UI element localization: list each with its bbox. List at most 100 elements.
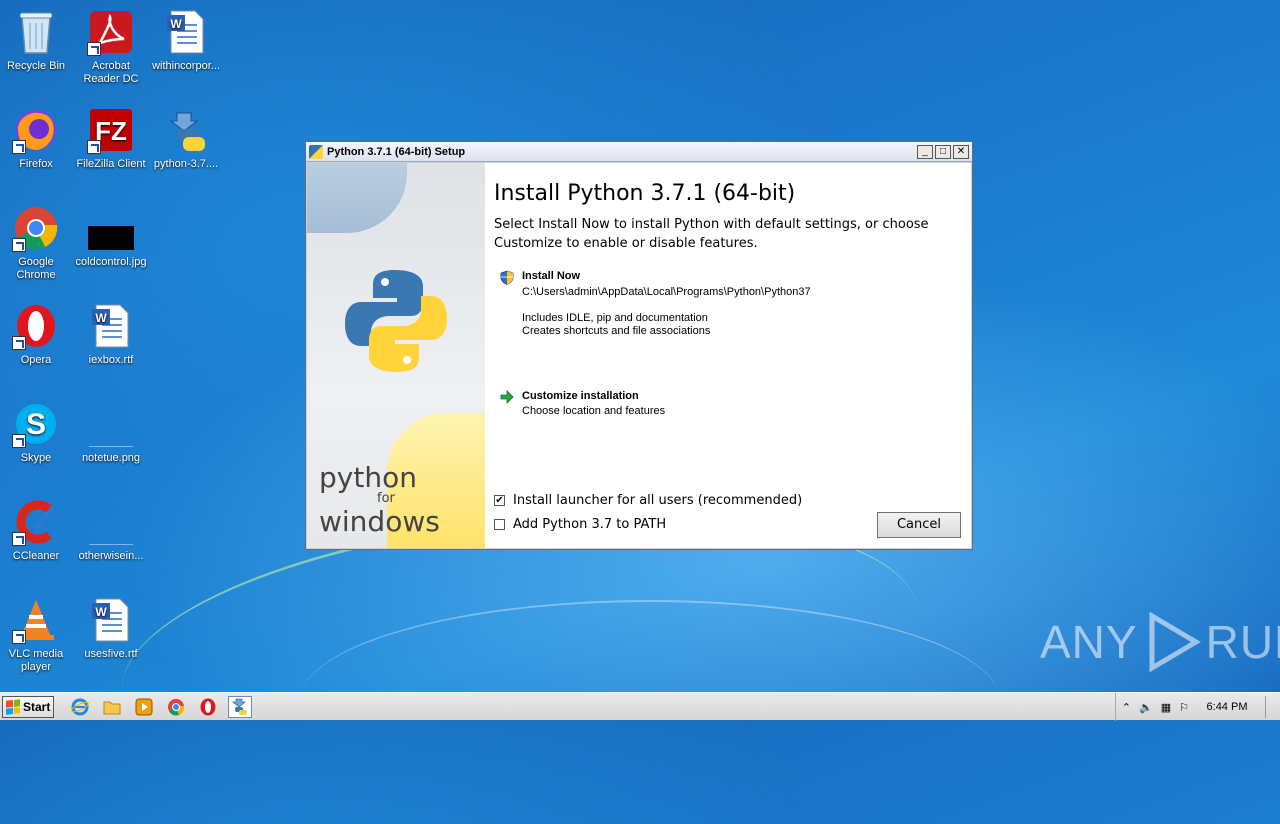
taskbar-file-explorer[interactable] [100,696,124,718]
window-title: Python 3.7.1 (64-bit) Setup [327,145,466,158]
desktop-icon-filezilla[interactable]: FZ FileZilla Client [73,106,149,171]
firefox-icon [12,106,60,154]
python-logo-icon [343,268,449,374]
desktop-icon-google-chrome[interactable]: Google Chrome [0,204,74,282]
customize-title: Customize installation [522,390,639,402]
window-content: python for windows Install Python 3.7.1 … [307,163,971,548]
python-wordmark-for: for [377,491,395,506]
desktop-icon-recycle-bin[interactable]: Recycle Bin [0,8,74,73]
filezilla-icon: FZ [87,106,135,154]
taskbar-clock[interactable]: 6:44 PM [1197,701,1257,713]
python-installer-icon [162,106,210,154]
taskbar-chrome[interactable] [164,696,188,718]
vlc-cone-icon [12,596,60,644]
desktop-icon-opera[interactable]: Opera [0,302,74,367]
close-button[interactable]: ✕ [953,144,969,159]
install-shortcuts-text: Creates shortcuts and file associations [522,325,711,337]
chrome-icon [12,204,60,252]
word-document-icon: W [87,596,135,644]
shortcut-arrow-icon [12,630,26,644]
network-icon[interactable]: ▦ [1161,701,1171,714]
show-hidden-icons-chevron-icon[interactable]: ⌃ [1122,701,1131,714]
windows-wordmark: windows [319,505,440,538]
taskbar-python-setup[interactable] [228,695,252,718]
desktop-icon-python-installer[interactable]: python-3.7.... [148,106,224,171]
minimize-button[interactable]: _ [917,144,933,159]
folder-icon [103,701,121,714]
word-document-icon: W [162,8,210,56]
svg-text:W: W [95,311,107,325]
install-now-option[interactable]: Install Now C:\Users\admin\AppData\Local… [500,270,930,340]
python-side-banner: python for windows [307,163,485,548]
desktop-icon-withincorpor[interactable]: W withincorpor... [148,8,224,73]
taskbar-opera[interactable] [196,696,220,718]
python-installer-icon [232,698,247,715]
customize-subtitle: Choose location and features [522,405,666,417]
uac-shield-icon [500,270,514,285]
svg-text:W: W [170,17,182,31]
action-center-flag-icon[interactable]: ⚐ [1179,701,1189,714]
start-button[interactable]: Start [2,695,54,718]
svg-text:S: S [26,408,46,441]
python-setup-window[interactable]: Python 3.7.1 (64-bit) Setup _ □ ✕ python… [305,141,973,550]
desktop-icon-iexbox-rtf[interactable]: W iexbox.rtf [73,302,149,367]
volume-icon[interactable]: 🔈 [1139,701,1153,714]
maximize-button[interactable]: □ [935,144,951,159]
taskbar-internet-explorer[interactable] [68,696,92,718]
media-player-icon [135,698,153,715]
install-launcher-row[interactable]: ✔ Install launcher for all users (recomm… [494,493,802,508]
skype-icon: S [12,400,60,448]
desktop-icon-otherwisein[interactable]: otherwisein... [73,498,149,563]
recycle-bin-icon [12,8,60,56]
taskbar: Start ⌃ 🔈 ▦ ⚐ 6:44 PM [0,692,1280,721]
windows-logo-icon [6,698,20,715]
desktop-icon-acrobat[interactable]: Acrobat Reader DC [73,8,149,86]
shortcut-arrow-icon [87,42,101,56]
green-arrow-icon [500,390,514,404]
setup-main-panel: Install Python 3.7.1 (64-bit) Select Ins… [485,163,971,548]
install-path-text: C:\Users\admin\AppData\Local\Programs\Py… [522,286,811,298]
python-setup-icon [309,144,323,159]
opera-icon [12,302,60,350]
opera-icon [200,698,216,715]
setup-intro-text: Select Install Now to install Python wit… [494,217,929,251]
python-wordmark: python [319,461,417,494]
add-to-path-row[interactable]: Add Python 3.7 to PATH [494,517,666,532]
desktop-icon-ccleaner[interactable]: CCleaner [0,498,74,563]
shortcut-arrow-icon [87,140,101,154]
banner-blue-shape [307,163,407,233]
add-to-path-label: Add Python 3.7 to PATH [513,517,667,532]
shortcut-arrow-icon [12,434,26,448]
system-tray: ⌃ 🔈 ▦ ⚐ 6:44 PM [1114,693,1280,721]
svg-text:W: W [95,605,107,619]
play-triangle-icon [1149,612,1201,672]
cancel-button[interactable]: Cancel [877,512,961,538]
image-file-icon [87,400,135,448]
file-icon [87,498,135,546]
ccleaner-icon [12,498,60,546]
install-now-title: Install Now [522,270,581,282]
install-launcher-label: Install launcher for all users (recommen… [513,493,803,508]
shortcut-arrow-icon [12,238,26,252]
add-to-path-checkbox[interactable] [494,519,505,530]
shortcut-arrow-icon [12,532,26,546]
desktop-icon-firefox[interactable]: Firefox [0,106,74,171]
anyrun-watermark: ANY RUN [1040,612,1280,672]
desktop-icon-usesfive-rtf[interactable]: W usesfive.rtf [73,596,149,661]
desktop-icon-vlc[interactable]: VLC media player [0,596,74,674]
shortcut-arrow-icon [12,140,26,154]
shortcut-arrow-icon [12,336,26,350]
image-file-icon [87,204,135,252]
internet-explorer-icon [71,698,89,715]
show-desktop-button[interactable] [1265,696,1280,718]
customize-installation-option[interactable]: Customize installation Choose location a… [500,390,930,420]
chrome-icon [168,698,185,716]
desktop-icon-coldcontrol-jpg[interactable]: coldcontrol.jpg [73,204,149,269]
acrobat-icon [87,8,135,56]
window-titlebar[interactable]: Python 3.7.1 (64-bit) Setup _ □ ✕ [306,142,972,162]
taskbar-media-player[interactable] [132,696,156,718]
desktop-icon-skype[interactable]: S Skype [0,400,74,465]
install-launcher-checkbox[interactable]: ✔ [494,495,505,506]
word-document-icon: W [87,302,135,350]
desktop-icon-notetue-png[interactable]: notetue.png [73,400,149,465]
